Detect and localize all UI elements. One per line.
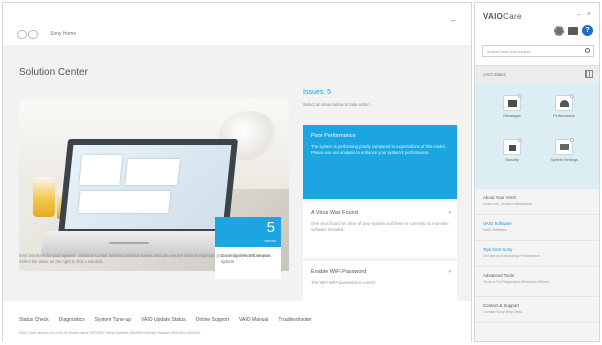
side-item-desc: Contact Sony Help Desk bbox=[483, 310, 523, 314]
bottom-toolbar: Status Check Diagnostics System Tune-up … bbox=[3, 301, 471, 343]
issue-card[interactable]: Poor Performance The system is performin… bbox=[303, 125, 457, 199]
chevron-down-icon[interactable]: ▾ bbox=[448, 269, 451, 275]
search-placeholder: Search help and support bbox=[487, 49, 531, 54]
status-tiles: Messages Performance Security System Set… bbox=[475, 83, 599, 189]
main-window: Sony Home – Solution Center 5 issues Cur… bbox=[2, 2, 472, 343]
panel-close-button[interactable]: × bbox=[587, 11, 591, 18]
tile-label: Security bbox=[505, 158, 519, 162]
issues-subtitle: Select an issue below to take action. bbox=[303, 102, 371, 107]
content-area: Solution Center 5 issues Currently detec… bbox=[3, 45, 471, 303]
tile-performance[interactable]: Performance bbox=[541, 94, 587, 135]
search-icon[interactable] bbox=[585, 48, 590, 53]
laptop-image bbox=[57, 139, 239, 235]
tool-online-support[interactable]: Online Support bbox=[196, 317, 229, 323]
envelope-icon bbox=[503, 94, 522, 111]
side-item-title: VAIO Software bbox=[483, 221, 512, 226]
vaio-logo bbox=[17, 30, 39, 39]
tool-update-status[interactable]: VAIO Update Status bbox=[141, 317, 186, 323]
panel-window-controls: – × bbox=[577, 11, 591, 18]
minimize-button[interactable]: – bbox=[451, 17, 455, 25]
version-info: VAIO Care version 8.0.0.01.09 Model name… bbox=[19, 331, 201, 335]
side-item-desc: Tools to Fix Diagnostics Recovery Wizard bbox=[483, 280, 550, 284]
side-nav-list: About Your VAIO Learn info, product info… bbox=[475, 189, 599, 323]
side-item-title: Advanced Tools bbox=[483, 273, 514, 278]
side-item-desc: Get tips on Enhancing Performance bbox=[483, 254, 540, 258]
display-icon bbox=[555, 138, 574, 155]
side-item-title: Tips from Sony bbox=[483, 247, 513, 252]
side-item-title: Contact & Support bbox=[483, 303, 519, 308]
side-item-advanced-tools[interactable]: Advanced Tools Tools to Fix Diagnostics … bbox=[475, 267, 599, 297]
issue-body: The system is performing poorly compared… bbox=[311, 144, 446, 155]
issues-heading: Issues: 5 bbox=[303, 89, 332, 96]
tool-diagnostics[interactable]: Diagnostics bbox=[59, 317, 85, 323]
grid-view-icon[interactable] bbox=[585, 70, 593, 78]
status-label: VAIO Status bbox=[483, 72, 506, 77]
tile-label: Performance bbox=[553, 114, 575, 118]
top-bar: Sony Home – bbox=[3, 3, 471, 45]
issue-count: 5 bbox=[266, 219, 275, 236]
side-item-title: About Your VAIO bbox=[483, 195, 516, 200]
panel-title-brand: VAIO bbox=[483, 12, 504, 21]
tool-troubleshooter[interactable]: Troubleshooter bbox=[278, 317, 311, 323]
side-item-about[interactable]: About Your VAIO Learn info, product info… bbox=[475, 189, 599, 215]
side-item-tips[interactable]: Tips from Sony Get tips on Enhancing Per… bbox=[475, 241, 599, 267]
tile-messages[interactable]: Messages bbox=[489, 94, 535, 135]
issue-count-unit: issues bbox=[264, 238, 276, 243]
juice-glass-image bbox=[33, 177, 55, 217]
search-input[interactable]: Search help and support bbox=[482, 45, 594, 57]
vaio-care-panel: VAIOCare – × ? Search help and support V… bbox=[474, 2, 600, 342]
issue-title: Poor Performance bbox=[311, 133, 356, 139]
panel-minimize-button[interactable]: – bbox=[577, 11, 581, 18]
side-item-desc: VAIO Software bbox=[483, 228, 507, 232]
home-link[interactable]: Sony Home bbox=[50, 31, 76, 37]
tile-label: System Settings bbox=[550, 158, 578, 162]
panel-title-name: Care bbox=[503, 12, 522, 21]
help-icon[interactable]: ? bbox=[582, 25, 593, 36]
chevron-down-icon[interactable]: ▾ bbox=[448, 210, 451, 216]
side-item-contact[interactable]: Contact & Support Contact Sony Help Desk bbox=[475, 297, 599, 323]
hero-caption: Intel Solutions for your system · Soluti… bbox=[19, 253, 272, 264]
issue-card[interactable]: A Virus Was Found One virus found on dri… bbox=[303, 202, 457, 258]
issue-body: The WiFi WPA password is current bbox=[311, 280, 376, 285]
lock-icon bbox=[503, 138, 522, 155]
panel-icons: ? bbox=[554, 25, 593, 36]
gear-icon[interactable] bbox=[554, 25, 564, 36]
issue-body: One virus found on drive of your system … bbox=[311, 221, 449, 232]
issue-title: Enable WiFi Password bbox=[311, 269, 367, 275]
page-title: Solution Center bbox=[19, 67, 88, 78]
issue-card[interactable]: Enable WiFi Password The WiFi WPA passwo… bbox=[303, 261, 457, 303]
gauge-icon bbox=[555, 94, 574, 111]
tools-row: Status Check Diagnostics System Tune-up … bbox=[19, 317, 312, 323]
side-item-desc: Learn info, product information bbox=[483, 202, 532, 206]
issue-title: A Virus Was Found bbox=[311, 210, 358, 216]
tool-status-check[interactable]: Status Check bbox=[19, 317, 49, 323]
tool-manual[interactable]: VAIO Manual bbox=[239, 317, 268, 323]
side-header: VAIOCare – × ? Search help and support V… bbox=[475, 3, 599, 83]
tile-security[interactable]: Security bbox=[489, 138, 535, 179]
panel-title: VAIOCare bbox=[483, 12, 522, 21]
tool-system-tune-up[interactable]: System Tune-up bbox=[95, 317, 131, 323]
issues-list: Poor Performance The system is performin… bbox=[303, 125, 457, 303]
issue-count-box: 5 issues Currently detected on your syst… bbox=[215, 217, 281, 279]
side-item-software[interactable]: VAIO Software VAIO Software bbox=[475, 215, 599, 241]
toolbox-icon[interactable] bbox=[568, 26, 578, 35]
status-row: VAIO Status bbox=[475, 65, 599, 83]
tile-label: Messages bbox=[503, 114, 521, 118]
tile-system-settings[interactable]: System Settings bbox=[541, 138, 587, 179]
